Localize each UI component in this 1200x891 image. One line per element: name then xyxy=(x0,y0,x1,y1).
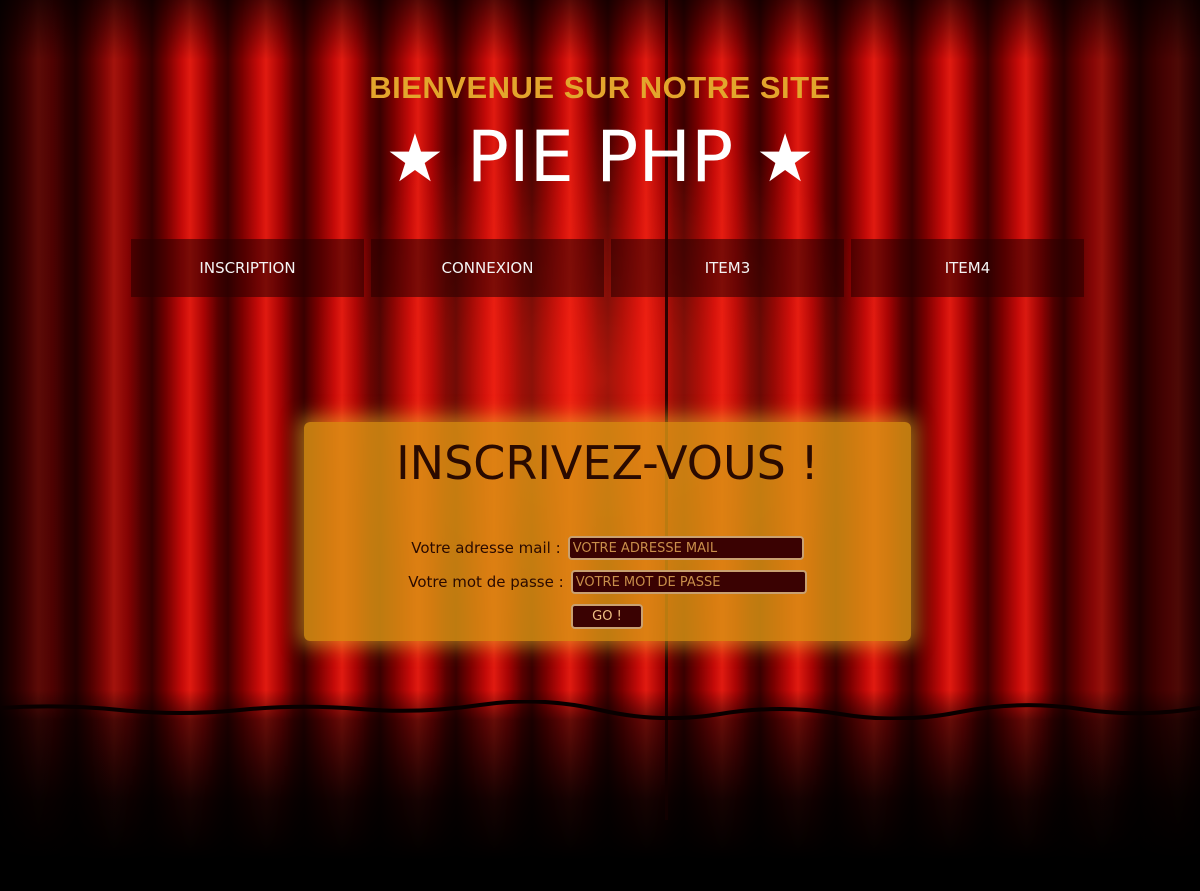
submit-button[interactable]: GO ! xyxy=(571,604,643,629)
password-input[interactable] xyxy=(570,570,807,594)
nav-item-connexion[interactable]: CONNEXION xyxy=(371,239,604,297)
star-icon: ★ xyxy=(755,120,815,197)
nav-item-item3[interactable]: ITEM3 xyxy=(611,239,844,297)
form-title: INSCRIVEZ-VOUS ! xyxy=(396,436,819,490)
site-title-text: PIE PHP xyxy=(466,116,734,198)
star-icon: ★ xyxy=(385,120,445,197)
main-nav: INSCRIPTION CONNEXION ITEM3 ITEM4 xyxy=(131,239,1087,297)
nav-item-inscription[interactable]: INSCRIPTION xyxy=(131,239,364,297)
curtain-hem-line xyxy=(0,700,1200,720)
welcome-heading: BIENVENUE SUR NOTRE SITE xyxy=(369,70,831,105)
email-row: Votre adresse mail : xyxy=(304,536,911,560)
site-header: BIENVENUE SUR NOTRE SITE ★ PIE PHP ★ xyxy=(0,68,1200,202)
email-label: Votre adresse mail : xyxy=(411,539,561,557)
password-label: Votre mot de passe : xyxy=(408,573,564,591)
email-input[interactable] xyxy=(567,536,804,560)
password-row: Votre mot de passe : xyxy=(304,570,911,594)
nav-item-item4[interactable]: ITEM4 xyxy=(851,239,1084,297)
site-title: ★ PIE PHP ★ xyxy=(0,114,1200,202)
